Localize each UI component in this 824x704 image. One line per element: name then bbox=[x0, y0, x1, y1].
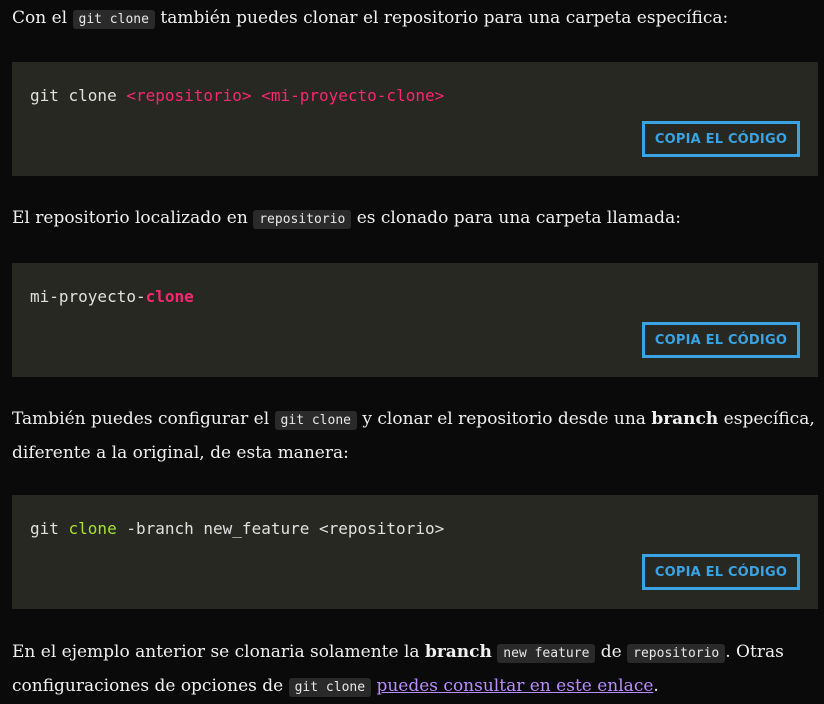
text: Con el bbox=[12, 8, 73, 28]
code-line: git clone -branch new_feature <repositor… bbox=[30, 519, 444, 538]
text: El repositorio localizado en bbox=[12, 208, 254, 228]
code-token-command: clone bbox=[68, 519, 117, 538]
text: . Otras bbox=[725, 642, 784, 662]
text: y clonar el repositorio desde una bbox=[357, 409, 652, 429]
code-block-clone-folder: git clone <repositorio> <mi-proyecto-clo… bbox=[12, 62, 818, 176]
text: configuraciones de opciones de bbox=[12, 676, 289, 696]
code-token-keyword: clone bbox=[145, 287, 194, 306]
code-token: git bbox=[30, 519, 69, 538]
text: diferente a la original, de esta manera: bbox=[12, 443, 349, 463]
code-line: mi-proyecto-clone bbox=[30, 287, 194, 306]
inline-code-git-clone: git clone bbox=[288, 678, 372, 697]
text: . bbox=[653, 676, 659, 696]
text: específica, bbox=[718, 409, 815, 429]
paragraph-clone-folder: Con el git clone también puedes clonar e… bbox=[12, 2, 812, 36]
bold-text: branch bbox=[424, 642, 492, 662]
text: También puedes configurar el bbox=[12, 409, 275, 429]
inline-code-repositorio: repositorio bbox=[253, 210, 352, 229]
inline-code-repositorio: repositorio bbox=[627, 644, 726, 663]
copy-code-button[interactable]: COPIA EL CÓDIGO bbox=[642, 322, 800, 358]
bold-text: branch bbox=[651, 409, 719, 429]
text: también puedes clonar el repositorio par… bbox=[154, 8, 729, 28]
copy-code-button[interactable]: COPIA EL CÓDIGO bbox=[642, 554, 800, 590]
code-block-branch: git clone -branch new_feature <repositor… bbox=[12, 495, 818, 609]
inline-code-git-clone: git clone bbox=[72, 10, 155, 29]
text: En el ejemplo anterior se clonaria solam… bbox=[12, 642, 425, 662]
inline-code-new-feature: new feature bbox=[497, 644, 596, 663]
code-line: git clone <repositorio> <mi-proyecto-clo… bbox=[30, 86, 444, 105]
inline-code-git-clone: git clone bbox=[274, 411, 357, 430]
copy-code-button[interactable]: COPIA EL CÓDIGO bbox=[642, 121, 800, 157]
code-token-placeholder: <repositorio> bbox=[126, 86, 252, 105]
paragraph-repo-location: El repositorio localizado en repositorio… bbox=[12, 202, 812, 236]
paragraph-branch: También puedes configurar el git clone y… bbox=[12, 403, 815, 470]
consult-options-link[interactable]: puedes consultar en este enlace bbox=[376, 676, 653, 696]
code-token: mi-proyecto- bbox=[30, 287, 146, 306]
text: de bbox=[595, 642, 628, 662]
code-token: -branch new_feature <repositorio> bbox=[116, 519, 445, 538]
code-block-folder-name: mi-proyecto-clone COPIA EL CÓDIGO bbox=[12, 263, 818, 377]
code-token-placeholder: <mi-proyecto-clone> bbox=[261, 86, 445, 105]
article-content: Con el git clone también puedes clonar e… bbox=[0, 0, 824, 697]
code-token: git clone bbox=[30, 86, 127, 105]
text: es clonado para una carpeta llamada: bbox=[351, 208, 681, 228]
